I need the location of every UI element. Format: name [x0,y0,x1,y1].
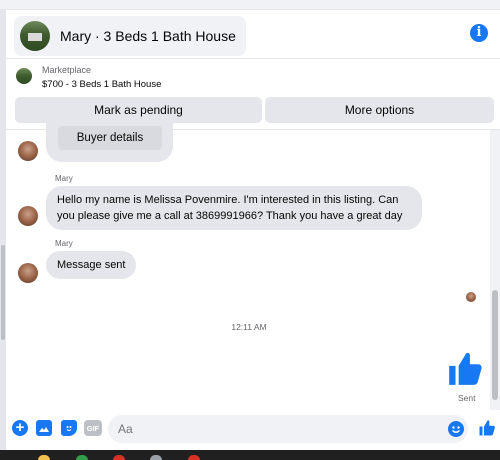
app-icon[interactable] [113,455,125,460]
message-bubble[interactable]: Hello my name is Melissa Povenmire. I'm … [46,186,422,230]
plus-icon[interactable]: + [12,420,28,436]
avatar[interactable] [18,141,38,161]
avatar[interactable] [18,263,38,283]
thumbs-up-icon[interactable] [446,350,484,388]
photo-icon[interactable] [36,420,52,436]
info-icon[interactable]: i [470,24,488,42]
sent-status: Sent [458,393,476,403]
left-scrollbar-thumb[interactable] [1,245,5,340]
listing-thumbnail [20,21,50,51]
seen-avatar [466,292,476,302]
chat-header: Mary · 3 Beds 1 Bath House i [6,10,500,58]
message-sender: Mary [55,239,73,248]
message-bubble[interactable]: Message sent [46,251,137,279]
buyer-details-button[interactable]: Buyer details [58,126,162,150]
conversation-title: Mary · 3 Beds 1 Bath House [60,28,236,44]
os-taskbar [0,450,500,460]
sticker-icon[interactable] [61,420,77,436]
message-input[interactable] [108,415,468,443]
like-send-icon[interactable] [478,419,496,437]
browser-icon[interactable] [76,455,88,460]
app-icon[interactable] [188,455,200,460]
more-options-button[interactable]: More options [265,97,494,123]
message-composer: + GIF [6,410,500,448]
folder-icon[interactable] [38,455,50,460]
avatar[interactable] [18,206,38,226]
listing-thumbnail-small [16,68,32,84]
marketplace-label: Marketplace [42,65,92,75]
gif-icon[interactable]: GIF [84,420,102,436]
conversation-title-button[interactable]: Mary · 3 Beds 1 Bath House [14,16,246,56]
chat-scrollbar[interactable] [490,130,500,410]
emoji-icon[interactable] [448,421,464,437]
listing-price-title[interactable]: $700 - 3 Beds 1 Bath House [42,79,161,90]
chat-scrollbar-thumb[interactable] [492,290,498,400]
message-timestamp: 12:11 AM [231,322,267,332]
app-icon[interactable] [150,455,162,460]
buyer-details-card: Buyer details [46,120,173,162]
window-top-strip [0,0,500,10]
message-sender: Mary [55,174,73,183]
